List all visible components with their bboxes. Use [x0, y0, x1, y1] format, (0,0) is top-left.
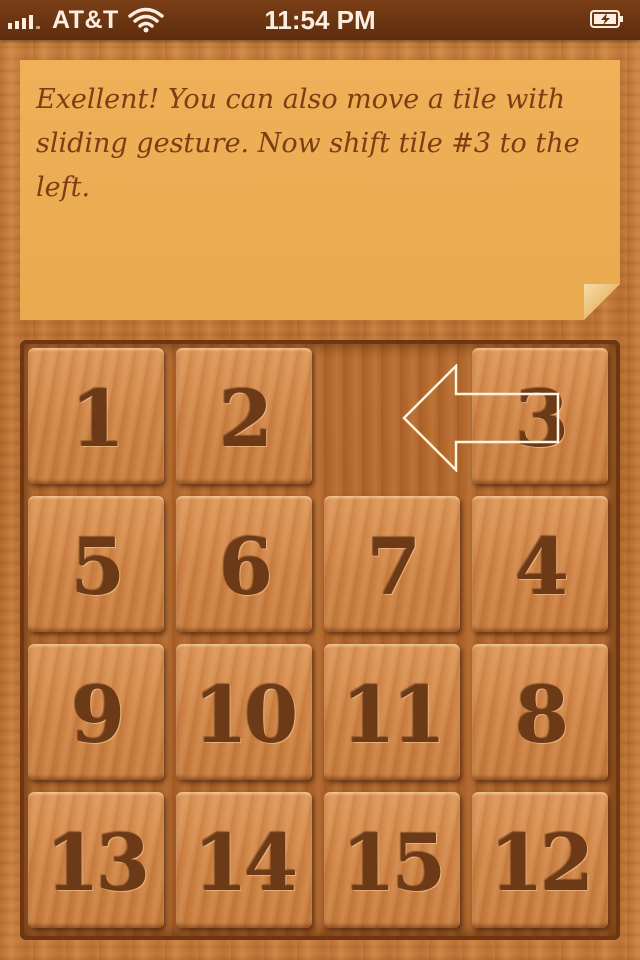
tile-number: 7 [366, 521, 421, 613]
tile-number: 6 [218, 521, 273, 613]
puzzle-tile[interactable]: 2 [176, 348, 312, 484]
puzzle-board: 1 2 3 5 6 7 4 9 10 11 8 13 14 15 12 [20, 340, 620, 940]
tile-number: 12 [489, 817, 595, 909]
puzzle-tile[interactable]: 4 [472, 496, 608, 632]
tile-number: 3 [514, 373, 569, 465]
tile-number: 14 [193, 817, 299, 909]
puzzle-tile[interactable]: 7 [324, 496, 460, 632]
empty-slot[interactable] [324, 348, 460, 484]
battery-charging-icon [590, 10, 623, 28]
tile-number: 10 [193, 669, 299, 761]
tile-number: 8 [514, 669, 569, 761]
tile-number: 1 [70, 373, 125, 465]
status-time: 11:54 PM [264, 5, 376, 35]
tile-number: 9 [70, 669, 125, 761]
puzzle-tile-3[interactable]: 3 [472, 348, 608, 484]
hint-message: Exellent! You can also move a tile with … [36, 84, 580, 203]
puzzle-tile[interactable]: 1 [28, 348, 164, 484]
tile-number: 2 [218, 373, 273, 465]
note-folded-corner [584, 284, 620, 320]
puzzle-tile[interactable]: 10 [176, 644, 312, 780]
puzzle-tile[interactable]: 8 [472, 644, 608, 780]
tile-number: 5 [70, 521, 125, 613]
puzzle-tile[interactable]: 12 [472, 792, 608, 928]
puzzle-tile[interactable]: 6 [176, 496, 312, 632]
status-bar: AT&T 11:54 PM [0, 0, 640, 40]
puzzle-tile[interactable]: 11 [324, 644, 460, 780]
puzzle-tile[interactable]: 5 [28, 496, 164, 632]
puzzle-tile[interactable]: 15 [324, 792, 460, 928]
tile-number: 4 [514, 521, 569, 613]
tile-number: 13 [45, 817, 151, 909]
puzzle-tile[interactable]: 9 [28, 644, 164, 780]
tile-number: 15 [341, 817, 447, 909]
puzzle-tile[interactable]: 14 [176, 792, 312, 928]
tile-number: 11 [341, 669, 447, 761]
puzzle-tile[interactable]: 13 [28, 792, 164, 928]
